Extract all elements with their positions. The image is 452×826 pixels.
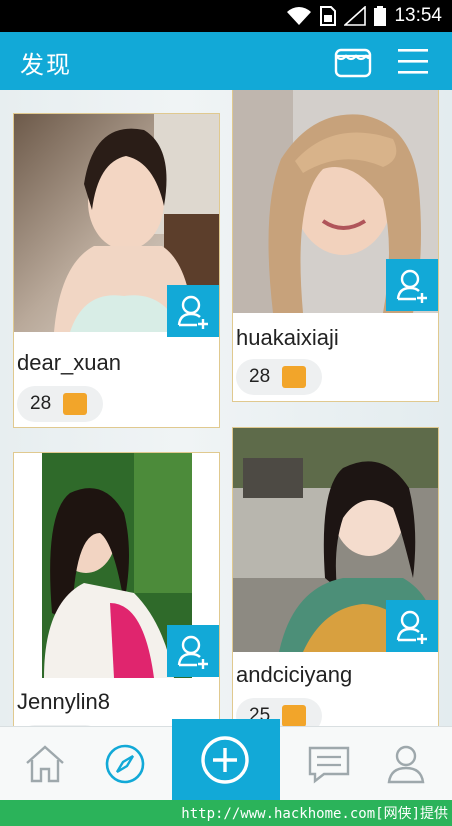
follow-button[interactable] — [167, 625, 219, 677]
gift-count-value: 28 — [30, 393, 52, 414]
add-user-icon — [177, 635, 208, 669]
watermark-bar: http://www.hackhome.com[网侠]提供 — [0, 800, 452, 826]
user-card[interactable]: Jennylin8 — [13, 452, 220, 726]
app-header: 发现 — [0, 32, 452, 90]
gift-count: 28 — [17, 386, 103, 422]
user-card[interactable]: andciciyang 25 — [232, 427, 439, 726]
username[interactable]: huakaixiaji — [236, 325, 339, 351]
gift-badge-icon — [282, 705, 306, 726]
status-bar: 13:54 — [0, 0, 452, 32]
add-user-icon — [396, 269, 427, 303]
store-icon[interactable] — [334, 42, 372, 80]
follow-button[interactable] — [167, 285, 219, 337]
page-title: 发现 — [20, 51, 72, 79]
plus-icon — [201, 736, 249, 784]
profile-icon[interactable] — [383, 741, 429, 787]
user-card[interactable]: huakaixiaji 28 — [232, 90, 439, 402]
home-icon[interactable] — [22, 741, 68, 787]
follow-button[interactable] — [386, 600, 438, 652]
status-time: 13:54 — [394, 5, 442, 26]
gift-count: 28 — [236, 359, 322, 395]
bottom-nav — [0, 719, 452, 801]
message-icon[interactable] — [306, 741, 352, 787]
wifi-icon — [287, 7, 311, 25]
battery-icon — [374, 6, 386, 26]
sim-card-icon — [320, 6, 336, 26]
watermark-url: http://www.hackhome.com[网侠]提供 — [181, 806, 448, 822]
menu-icon[interactable] — [396, 46, 430, 76]
username[interactable]: Jennylin8 — [17, 689, 110, 715]
scale-badge-icon — [63, 393, 87, 415]
add-user-icon — [177, 295, 208, 329]
gift-count-value: 28 — [249, 366, 271, 387]
add-user-icon — [396, 610, 427, 644]
signal-icon — [344, 6, 366, 26]
username[interactable]: dear_xuan — [17, 350, 121, 376]
username[interactable]: andciciyang — [236, 662, 352, 688]
add-post-button[interactable] — [172, 719, 280, 801]
gift-badge-icon — [282, 366, 306, 388]
follow-button[interactable] — [386, 259, 438, 311]
compass-icon[interactable] — [102, 741, 148, 787]
user-card[interactable]: dear_xuan 28 — [13, 113, 220, 428]
discover-feed[interactable]: dear_xuan 28 huakaixiaji 28 Jennylin8 an… — [0, 90, 452, 726]
